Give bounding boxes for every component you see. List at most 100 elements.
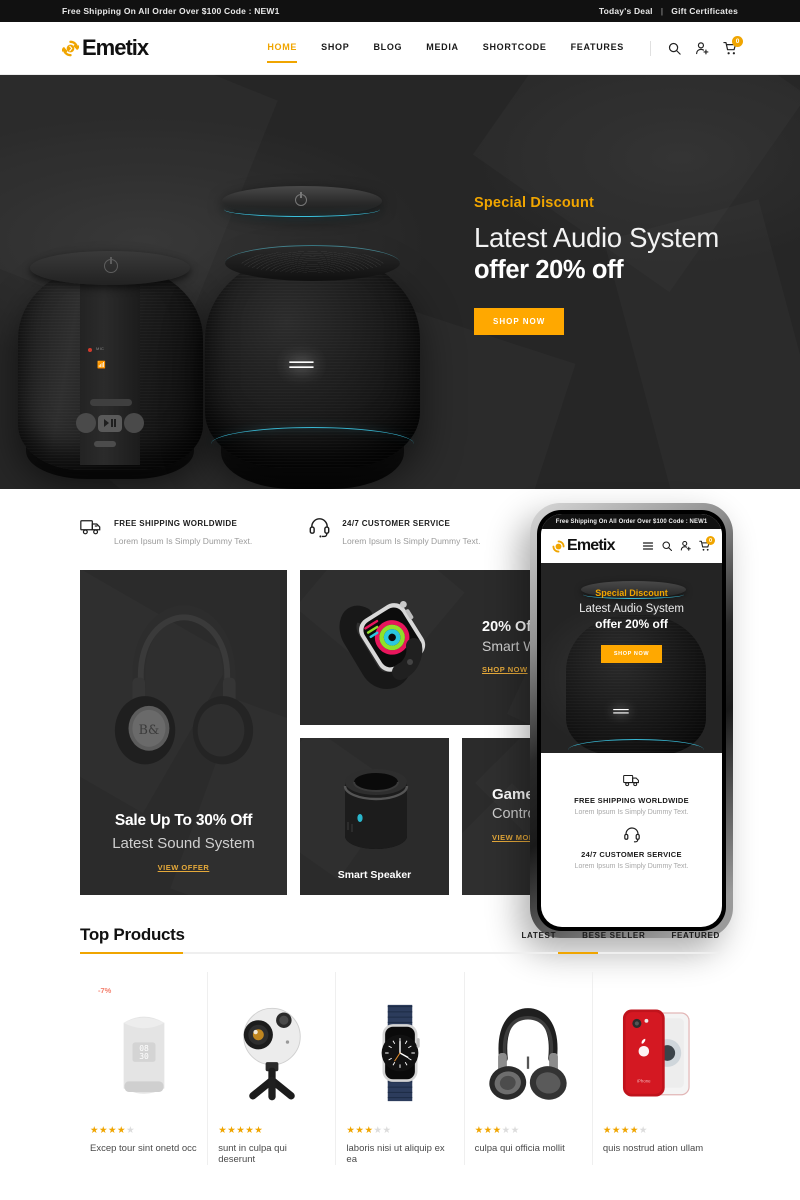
- rating-stars: ★★★★★: [346, 1125, 392, 1136]
- truck-icon: [622, 771, 641, 789]
- promo-shop-now-link[interactable]: SHOP NOW: [482, 665, 528, 674]
- promo-view-offer-link[interactable]: VIEW OFFER: [158, 863, 210, 872]
- phone-hero-headline: Latest Audio System: [579, 603, 684, 615]
- product-image: [346, 990, 453, 1115]
- hero-shop-now-button[interactable]: SHOP NOW: [474, 308, 565, 335]
- promo-banner-smart-speaker[interactable]: Smart Speaker: [300, 738, 449, 895]
- feature-title: FREE SHIPPING WORLDWIDE: [114, 519, 238, 528]
- power-icon: [295, 192, 307, 206]
- feature-subtitle: Lorem Ipsum Is Simply Dummy Text.: [342, 536, 481, 546]
- nav-item-features[interactable]: FEATURES: [571, 42, 624, 55]
- hero-subheadline: offer 20% off: [474, 256, 624, 284]
- product-card[interactable]: iPhone ★★★★★ quis nostrud ation ullam: [593, 972, 720, 1165]
- product-name: laboris nisi ut aliquip ex ea: [346, 1143, 445, 1165]
- site-header: Emetix HOME SHOP BLOG MEDIA SHORTCODE FE…: [0, 22, 800, 75]
- top-products-section: Top Products LATEST BESE SELLER FEATURED…: [0, 895, 800, 1165]
- hero-banner: MIC 📶 ‗ Special Discount Latest Audio Sy…: [0, 75, 800, 489]
- nav-item-blog[interactable]: BLOG: [373, 42, 402, 55]
- phone-icon-group: 0: [642, 536, 715, 552]
- phone-logo-text: Emetix: [567, 537, 615, 554]
- smart-watch-image: [318, 588, 468, 708]
- discount-badge: -7%: [98, 986, 112, 995]
- top-announcement-bar: Free Shipping On All Order Over $100 Cod…: [0, 0, 800, 22]
- phone-logo[interactable]: Emetix: [552, 537, 615, 555]
- product-name: Excep tour sint onetd occ: [90, 1143, 197, 1154]
- phone-hero-shop-now-button[interactable]: SHOP NOW: [600, 645, 663, 663]
- phone-feature-customer-service: 24/7 CUSTOMER SERVICE Lorem Ipsum Is Sim…: [541, 825, 722, 870]
- phone-mockup: Free Shipping On All Order Over $100 Cod…: [530, 503, 733, 938]
- truck-icon: [80, 515, 103, 538]
- promo-title: Sale Up To 30% Off: [114, 812, 253, 829]
- phone-feature-free-shipping: FREE SHIPPING WORLDWIDE Lorem Ipsum Is S…: [541, 771, 722, 816]
- nav-item-shortcode[interactable]: SHORTCODE: [483, 42, 547, 55]
- power-icon: [104, 257, 118, 273]
- product-image: [218, 990, 325, 1115]
- svg-text:30: 30: [139, 1052, 149, 1061]
- headset-icon: [308, 515, 331, 538]
- site-logo[interactable]: Emetix: [62, 35, 149, 61]
- rating-stars: ★★★★★: [218, 1125, 264, 1136]
- cart-icon[interactable]: 0: [699, 536, 715, 552]
- hero-speaker-right-image: ‗: [205, 215, 420, 489]
- topbar-promo-text: Free Shipping On All Order Over $100 Cod…: [62, 6, 280, 16]
- phone-cart-count-badge: 0: [706, 536, 715, 545]
- cart-count-badge: 0: [732, 35, 743, 47]
- nav-item-shop[interactable]: SHOP: [321, 42, 349, 55]
- product-grid: -7% 08 30 ★★★★★ Excep tour sint onetd oc…: [80, 972, 720, 1165]
- phone-screen: Free Shipping On All Order Over $100 Cod…: [541, 514, 722, 927]
- product-card[interactable]: ★★★★★ sunt in culpa qui deserunt: [208, 972, 337, 1165]
- phone-bezel: Free Shipping On All Order Over $100 Cod…: [537, 510, 726, 931]
- hero-copy-block: Special Discount Latest Audio System off…: [474, 195, 774, 335]
- topbar-link-todays-deal[interactable]: Today's Deal: [599, 6, 653, 16]
- rating-stars: ★★★★★: [602, 1125, 648, 1136]
- rating-stars: ★★★★★: [90, 1125, 136, 1136]
- topbar-separator: |: [660, 6, 664, 16]
- rating-stars: ★★★★★: [474, 1125, 520, 1136]
- headset-icon: [623, 825, 641, 843]
- cart-icon[interactable]: 0: [723, 35, 743, 56]
- user-add-icon[interactable]: [695, 41, 710, 56]
- tab-featured[interactable]: FEATURED: [671, 931, 720, 940]
- product-tabs: LATEST BESE SELLER FEATURED: [521, 931, 720, 945]
- phone-feature-subtitle: Lorem Ipsum Is Simply Dummy Text.: [574, 863, 689, 870]
- hamburger-menu-icon[interactable]: [642, 540, 654, 552]
- logo-circular-arrow-icon: [62, 40, 79, 57]
- phone-feature-title: FREE SHIPPING WORLDWIDE: [574, 796, 689, 805]
- logo-circular-arrow-icon: [552, 539, 565, 553]
- title-underline: [80, 952, 183, 954]
- promo-banner-sound-system[interactable]: B& Sale Up To 30% Off Latest Sound Syste…: [80, 570, 287, 895]
- topbar-link-gift-certificates[interactable]: Gift Certificates: [671, 6, 738, 16]
- user-add-icon[interactable]: [680, 540, 692, 552]
- feature-free-shipping: FREE SHIPPING WORLDWIDE Lorem Ipsum Is S…: [80, 513, 252, 546]
- phone-feature-title: 24/7 CUSTOMER SERVICE: [581, 850, 682, 859]
- page-title: Top Products: [80, 925, 185, 944]
- nav-item-home[interactable]: HOME: [267, 42, 297, 63]
- page-root: Free Shipping On All Order Over $100 Cod…: [0, 0, 800, 1200]
- headphones-image: B&: [106, 592, 262, 777]
- phone-hero-subheadline: offer 20% off: [595, 617, 668, 631]
- nav-item-media[interactable]: MEDIA: [426, 42, 459, 55]
- promo-subtitle: Latest Sound System: [112, 835, 255, 852]
- active-tab-underline: [558, 952, 598, 954]
- product-card[interactable]: ★★★★★ laboris nisi ut aliquip ex ea: [336, 972, 465, 1165]
- product-image: iPhone: [603, 990, 710, 1115]
- feature-customer-service: 24/7 CUSTOMER SERVICE Lorem Ipsum Is Sim…: [308, 513, 481, 546]
- product-name: quis nostrud ation ullam: [602, 1143, 704, 1154]
- search-icon[interactable]: [661, 540, 673, 552]
- phone-features: FREE SHIPPING WORLDWIDE Lorem Ipsum Is S…: [541, 753, 722, 870]
- product-image: 08 30: [90, 990, 197, 1115]
- product-name: culpa qui officia mollit: [474, 1143, 565, 1154]
- bluetooth-icon: 📶: [97, 362, 106, 369]
- hero-floating-speaker-lid: [222, 186, 382, 216]
- search-icon[interactable]: [667, 41, 682, 56]
- product-card[interactable]: ★★★★★ culpa qui officia mollit: [465, 972, 593, 1165]
- tab-bese-seller[interactable]: BESE SELLER: [582, 931, 645, 940]
- product-card[interactable]: -7% 08 30 ★★★★★ Excep tour sint onetd oc…: [80, 972, 209, 1165]
- tab-latest[interactable]: LATEST: [521, 931, 556, 940]
- promo-banner-left-copy: Sale Up To 30% Off Latest Sound System V…: [80, 812, 287, 875]
- phone-hero-kicker: Special Discount: [595, 588, 668, 598]
- svg-text:B&: B&: [139, 722, 160, 737]
- svg-text:iPhone: iPhone: [637, 1078, 651, 1083]
- phone-header: Emetix 0: [541, 529, 722, 563]
- smart-speaker-image: [330, 756, 422, 856]
